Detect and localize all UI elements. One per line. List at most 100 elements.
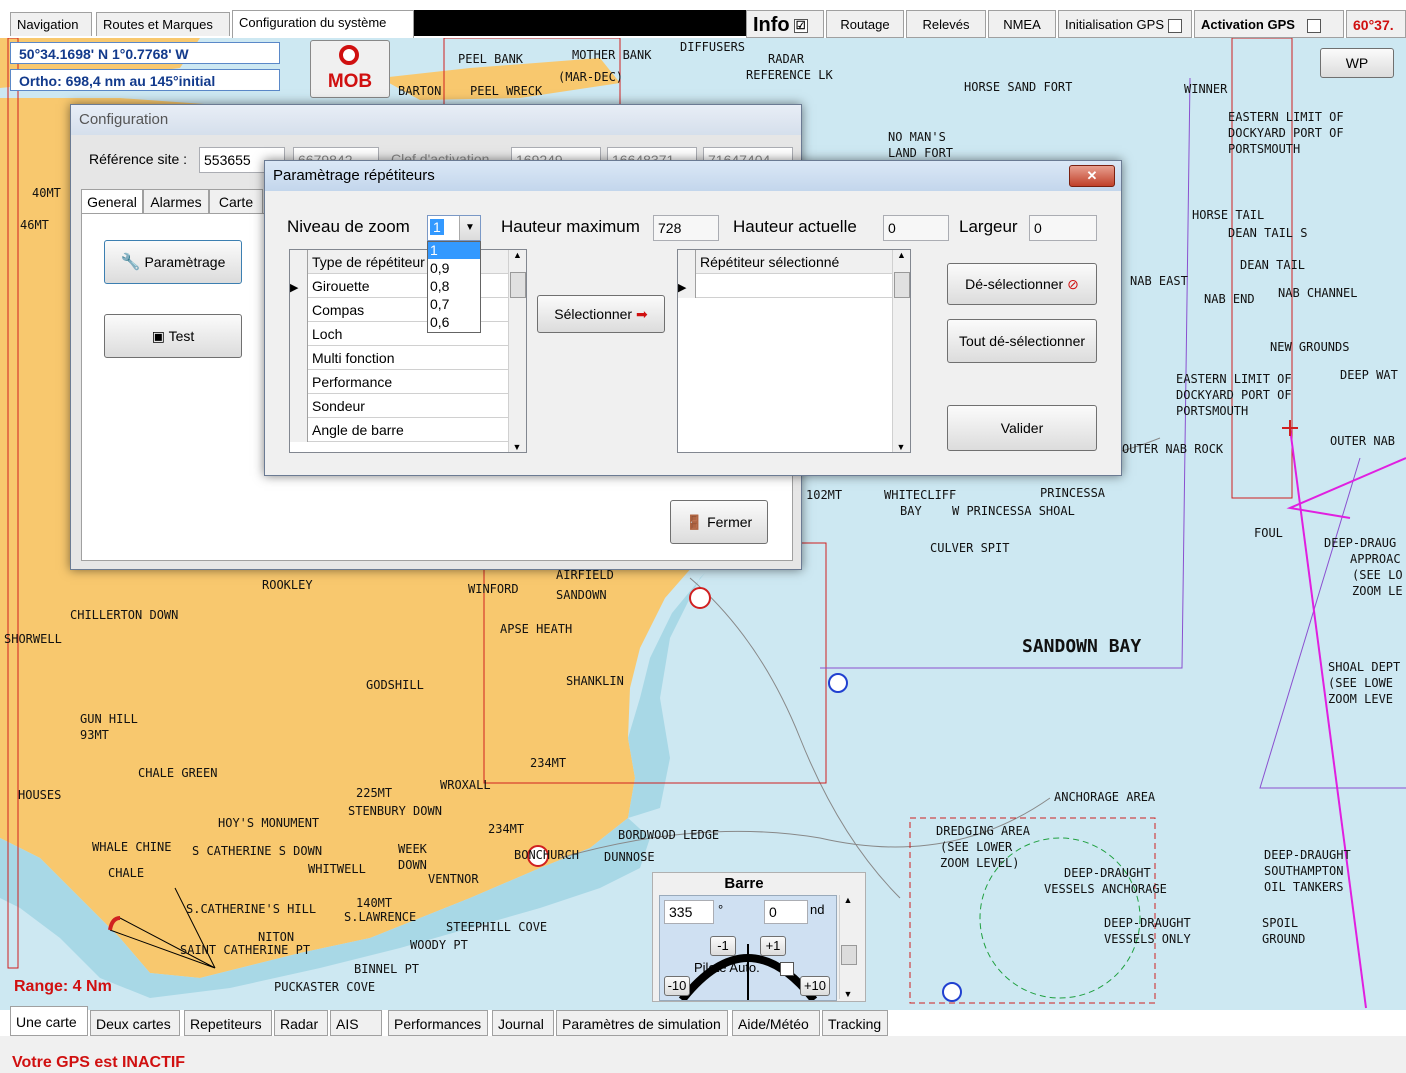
type-cell: Multi fonction xyxy=(312,350,395,366)
tab-configuration-systeme[interactable]: Configuration du système xyxy=(232,10,414,38)
zoom-level-dropdown[interactable]: 1 0,9 0,8 0,7 0,6 xyxy=(427,241,481,333)
tab-performances[interactable]: Performances xyxy=(388,1010,488,1036)
repeater-type-grid[interactable]: Type de répétiteur ▶ Girouette Compas Loc… xyxy=(289,249,527,453)
table-row[interactable]: Angle de barre xyxy=(290,418,526,442)
label-radar: RADAR xyxy=(768,52,805,66)
reference-site-label: Référence site : xyxy=(89,151,188,167)
table-row[interactable]: Sondeur xyxy=(290,394,526,418)
activation-gps-label: Activation GPS xyxy=(1201,17,1295,32)
type-column-header: Type de répétiteur xyxy=(312,254,425,270)
scroll-up-icon[interactable]: ▲ xyxy=(509,250,526,260)
zoom-option[interactable]: 0,9 xyxy=(428,259,480,277)
zoom-option[interactable]: 1 xyxy=(428,242,480,259)
barre-scrollbar[interactable]: ▲ ▼ xyxy=(839,895,857,999)
pilot-auto-checkbox[interactable] xyxy=(780,962,794,976)
barre-plus10-button[interactable]: +10 xyxy=(800,976,830,996)
barre-minus1-button[interactable]: -1 xyxy=(710,936,736,956)
scroll-thumb[interactable] xyxy=(841,945,857,965)
barre-minus10-button[interactable]: -10 xyxy=(664,976,690,996)
table-row[interactable]: Loch xyxy=(290,322,526,346)
tab-une-carte[interactable]: Une carte xyxy=(10,1006,88,1036)
zoom-option[interactable]: 0,8 xyxy=(428,277,480,295)
init-gps-toggle[interactable]: Initialisation GPS xyxy=(1058,10,1192,38)
validate-button[interactable]: Valider xyxy=(947,405,1097,451)
tab-routes-marques[interactable]: Routes et Marques xyxy=(96,12,230,36)
label-wroxall: WROXALL xyxy=(440,778,491,792)
info-label: Info xyxy=(753,14,790,36)
waypoint-button[interactable]: WP xyxy=(1320,48,1394,78)
label-houses: HOUSES xyxy=(18,788,62,802)
tab-navigation[interactable]: Navigation xyxy=(10,12,92,36)
label-eastern-limit-2: DOCKYARD PORT OF xyxy=(1228,126,1344,140)
scroll-thumb[interactable] xyxy=(894,272,910,298)
tab-tracking[interactable]: Tracking xyxy=(822,1010,888,1036)
label-outer-nab: OUTER NAB xyxy=(1330,434,1396,448)
deselect-all-button[interactable]: Tout dé-sélectionner xyxy=(947,319,1097,363)
scroll-up-icon[interactable]: ▲ xyxy=(840,895,856,905)
barre-angle-field[interactable]: 335 xyxy=(664,900,714,924)
zoom-option[interactable]: 0,6 xyxy=(428,313,480,331)
label-culver-spit: CULVER SPIT xyxy=(930,541,1010,555)
label-stenbury-height: 225MT xyxy=(356,786,393,800)
label-niton: NITON xyxy=(258,930,295,944)
repetiteurs-body: Niveau de zoom 1 ▼ 1 0,9 0,8 0,7 0,6 Hau… xyxy=(273,195,1111,467)
scroll-up-icon[interactable]: ▲ xyxy=(893,250,910,260)
type-grid-scrollbar[interactable]: ▲ ▼ xyxy=(508,250,526,452)
nmea-button[interactable]: NMEA xyxy=(988,10,1056,38)
table-row[interactable]: Compas xyxy=(290,298,526,322)
chevron-down-icon[interactable]: ▼ xyxy=(459,216,480,240)
label-deep-approach-4: ZOOM LE xyxy=(1352,584,1403,598)
scroll-thumb[interactable] xyxy=(510,272,526,298)
label-princessa-shoal: W PRINCESSA SHOAL xyxy=(952,504,1075,518)
tab-ais[interactable]: AIS xyxy=(330,1010,382,1036)
tab-alarmes[interactable]: Alarmes xyxy=(143,189,209,214)
tab-parametres-simulation[interactable]: Paramètres de simulation xyxy=(556,1010,728,1036)
deselect-button[interactable]: Dé-sélectionner ⊘ xyxy=(947,263,1097,305)
init-gps-checkbox[interactable] xyxy=(1168,18,1182,33)
activation-gps-checkbox[interactable] xyxy=(1306,18,1321,33)
selected-grid-scrollbar[interactable]: ▲ ▼ xyxy=(892,250,910,452)
select-button[interactable]: Sélectionner ➡ xyxy=(537,295,665,333)
info-checkbox[interactable]: ☑ xyxy=(793,18,808,33)
table-row[interactable]: Multi fonction xyxy=(290,346,526,370)
barre-speed-field[interactable]: 0 xyxy=(764,900,808,924)
label-deep-approach-2: APPROAC xyxy=(1350,552,1401,566)
label-week-down: DOWN xyxy=(398,858,427,872)
label-no-mans: NO MAN'S xyxy=(888,130,946,144)
tab-radar[interactable]: Radar xyxy=(274,1010,328,1036)
label-reference-lk: REFERENCE LK xyxy=(746,68,833,82)
test-button[interactable]: ▣ Test xyxy=(104,314,242,358)
zoom-option[interactable]: 0,7 xyxy=(428,295,480,313)
releves-button[interactable]: Relevés xyxy=(906,10,986,38)
zoom-level-select[interactable]: 1 ▼ xyxy=(427,215,481,241)
current-height-field: 0 xyxy=(883,215,949,241)
barre-panel: Barre 335 ° 0 nd -1 +1 Pilote Auto. -10 … xyxy=(652,872,866,1002)
label-st-lawrence-height: 140MT xyxy=(356,896,393,910)
scroll-down-icon[interactable]: ▼ xyxy=(509,442,525,452)
selected-repeater-grid[interactable]: Répétiteur sélectionné ▶ ▲ ▼ xyxy=(677,249,911,453)
label-outer-nab-rock: OUTER NAB ROCK xyxy=(1122,442,1224,456)
tab-repetiteurs[interactable]: Repetiteurs xyxy=(184,1010,272,1036)
scroll-down-icon[interactable]: ▼ xyxy=(893,442,909,452)
label-godshill: GODSHILL xyxy=(366,678,424,692)
tab-deux-cartes[interactable]: Deux cartes xyxy=(90,1010,180,1036)
tab-general[interactable]: General xyxy=(81,189,143,214)
barre-plus1-button[interactable]: +1 xyxy=(760,936,786,956)
table-row[interactable]: ▶ xyxy=(678,274,910,298)
close-icon[interactable]: ✕ xyxy=(1069,165,1115,187)
label-eastern-limit-b3: PORTSMOUTH xyxy=(1176,404,1249,418)
type-cell: Angle de barre xyxy=(312,422,404,438)
tab-journal[interactable]: Journal xyxy=(492,1010,554,1036)
scroll-down-icon[interactable]: ▼ xyxy=(840,989,856,999)
tab-aide-meteo[interactable]: Aide/Météo xyxy=(732,1010,820,1036)
fermer-button[interactable]: 🚪 Fermer xyxy=(670,500,768,544)
mob-button[interactable]: MOB xyxy=(310,40,390,98)
parametrage-label: Paramètrage xyxy=(144,254,226,270)
parametrage-button[interactable]: 🔧 Paramètrage xyxy=(104,240,242,284)
tab-carte[interactable]: Carte xyxy=(209,189,263,214)
table-row[interactable]: ▶ Girouette xyxy=(290,274,526,298)
info-toggle[interactable]: Info ☑ xyxy=(746,10,824,38)
activation-gps-toggle[interactable]: Activation GPS xyxy=(1194,10,1344,38)
table-row[interactable]: Performance xyxy=(290,370,526,394)
routage-button[interactable]: Routage xyxy=(826,10,904,38)
